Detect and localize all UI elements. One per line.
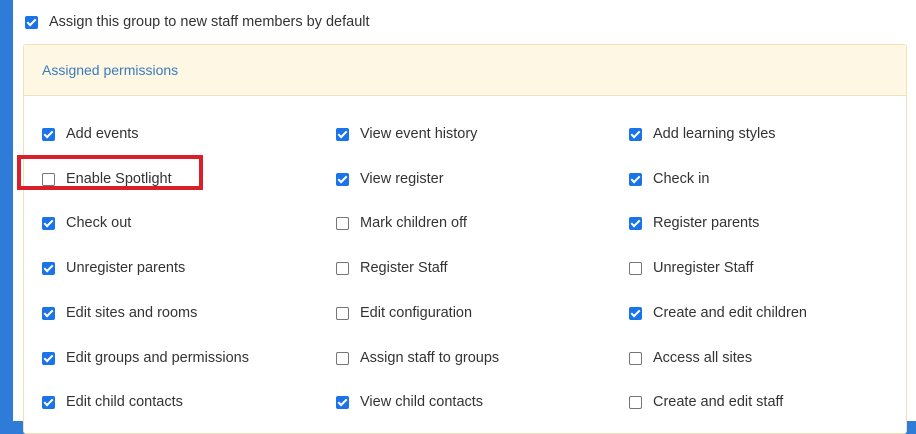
permission-access-all-sites[interactable]: Access all sites <box>629 349 752 367</box>
permission-add-events[interactable]: Add events <box>42 125 139 143</box>
permission-label: Mark children off <box>360 215 467 231</box>
permission-label: Unregister parents <box>66 260 186 276</box>
permission-label: Check out <box>66 215 132 231</box>
permission-create-and-edit-staff-checkbox[interactable] <box>629 395 642 409</box>
permission-label: Check in <box>653 171 710 187</box>
permission-label: View child contacts <box>360 394 484 410</box>
permission-label: View register <box>360 171 444 187</box>
permission-add-events-checkbox[interactable] <box>42 127 55 141</box>
permission-label: Edit configuration <box>360 305 473 321</box>
staff-group-panel: Assign this group to new staff members b… <box>13 0 916 434</box>
permission-create-and-edit-staff[interactable]: Create and edit staff <box>629 393 783 411</box>
permission-label: Add learning styles <box>653 126 776 142</box>
permission-label: Register parents <box>653 215 760 231</box>
permission-view-event-history[interactable]: View event history <box>336 125 477 143</box>
permission-register-parents-checkbox[interactable] <box>629 216 642 230</box>
permission-unregister-staff-checkbox[interactable] <box>629 261 642 275</box>
permission-label: Create and edit children <box>653 305 807 321</box>
permission-edit-child-contacts[interactable]: Edit child contacts <box>42 393 183 411</box>
permission-mark-children-off[interactable]: Mark children off <box>336 214 467 232</box>
permission-create-and-edit-children[interactable]: Create and edit children <box>629 304 807 322</box>
permission-view-register-checkbox[interactable] <box>336 172 349 186</box>
permission-register-staff[interactable]: Register Staff <box>336 259 448 277</box>
permission-unregister-staff[interactable]: Unregister Staff <box>629 259 753 277</box>
permission-label: Assign staff to groups <box>360 350 500 366</box>
permission-check-out[interactable]: Check out <box>42 214 131 232</box>
permission-edit-child-contacts-checkbox[interactable] <box>42 395 55 409</box>
permission-label: Register Staff <box>360 260 448 276</box>
permission-add-learning-styles-checkbox[interactable] <box>629 127 642 141</box>
permission-label: Edit sites and rooms <box>66 305 198 321</box>
permission-assign-staff-to-groups-checkbox[interactable] <box>336 351 349 365</box>
default-assignment-option[interactable]: Assign this group to new staff members b… <box>25 13 370 31</box>
permission-view-event-history-checkbox[interactable] <box>336 127 349 141</box>
assigned-permissions-title: Assigned permissions <box>42 62 179 78</box>
assigned-permissions-header: Assigned permissions <box>24 45 906 96</box>
permission-check-in-checkbox[interactable] <box>629 172 642 186</box>
permission-assign-staff-to-groups[interactable]: Assign staff to groups <box>336 349 499 367</box>
permission-add-learning-styles[interactable]: Add learning styles <box>629 125 776 143</box>
permission-check-out-checkbox[interactable] <box>42 216 55 230</box>
permission-edit-groups-and-permissions[interactable]: Edit groups and permissions <box>42 349 249 367</box>
default-assignment-label: Assign this group to new staff members b… <box>49 14 370 30</box>
permission-mark-children-off-checkbox[interactable] <box>336 216 349 230</box>
assigned-permissions-card: Assigned permissions Add events Enable Sp… <box>23 44 907 434</box>
permission-register-parents[interactable]: Register parents <box>629 214 759 232</box>
permission-register-staff-checkbox[interactable] <box>336 261 349 275</box>
permission-edit-groups-and-permissions-checkbox[interactable] <box>42 351 55 365</box>
permission-edit-configuration-checkbox[interactable] <box>336 306 349 320</box>
permission-view-child-contacts-checkbox[interactable] <box>336 395 349 409</box>
permission-edit-configuration[interactable]: Edit configuration <box>336 304 472 322</box>
permission-create-and-edit-children-checkbox[interactable] <box>629 306 642 320</box>
permission-label: Edit child contacts <box>66 394 183 410</box>
permission-access-all-sites-checkbox[interactable] <box>629 351 642 365</box>
permission-label: Add events <box>66 126 139 142</box>
permission-view-child-contacts[interactable]: View child contacts <box>336 393 483 411</box>
highlight-box <box>17 155 203 190</box>
permission-edit-sites-and-rooms[interactable]: Edit sites and rooms <box>42 304 197 322</box>
permission-view-register[interactable]: View register <box>336 170 444 188</box>
permission-label: Unregister Staff <box>653 260 754 276</box>
permission-label: Create and edit staff <box>653 394 784 410</box>
permission-label: View event history <box>360 126 478 142</box>
default-assignment-checkbox[interactable] <box>25 15 38 29</box>
permission-label: Edit groups and permissions <box>66 350 249 366</box>
permission-edit-sites-and-rooms-checkbox[interactable] <box>42 306 55 320</box>
permission-unregister-parents-checkbox[interactable] <box>42 261 55 275</box>
permission-unregister-parents[interactable]: Unregister parents <box>42 259 185 277</box>
permission-label: Access all sites <box>653 350 753 366</box>
permission-check-in[interactable]: Check in <box>629 170 709 188</box>
